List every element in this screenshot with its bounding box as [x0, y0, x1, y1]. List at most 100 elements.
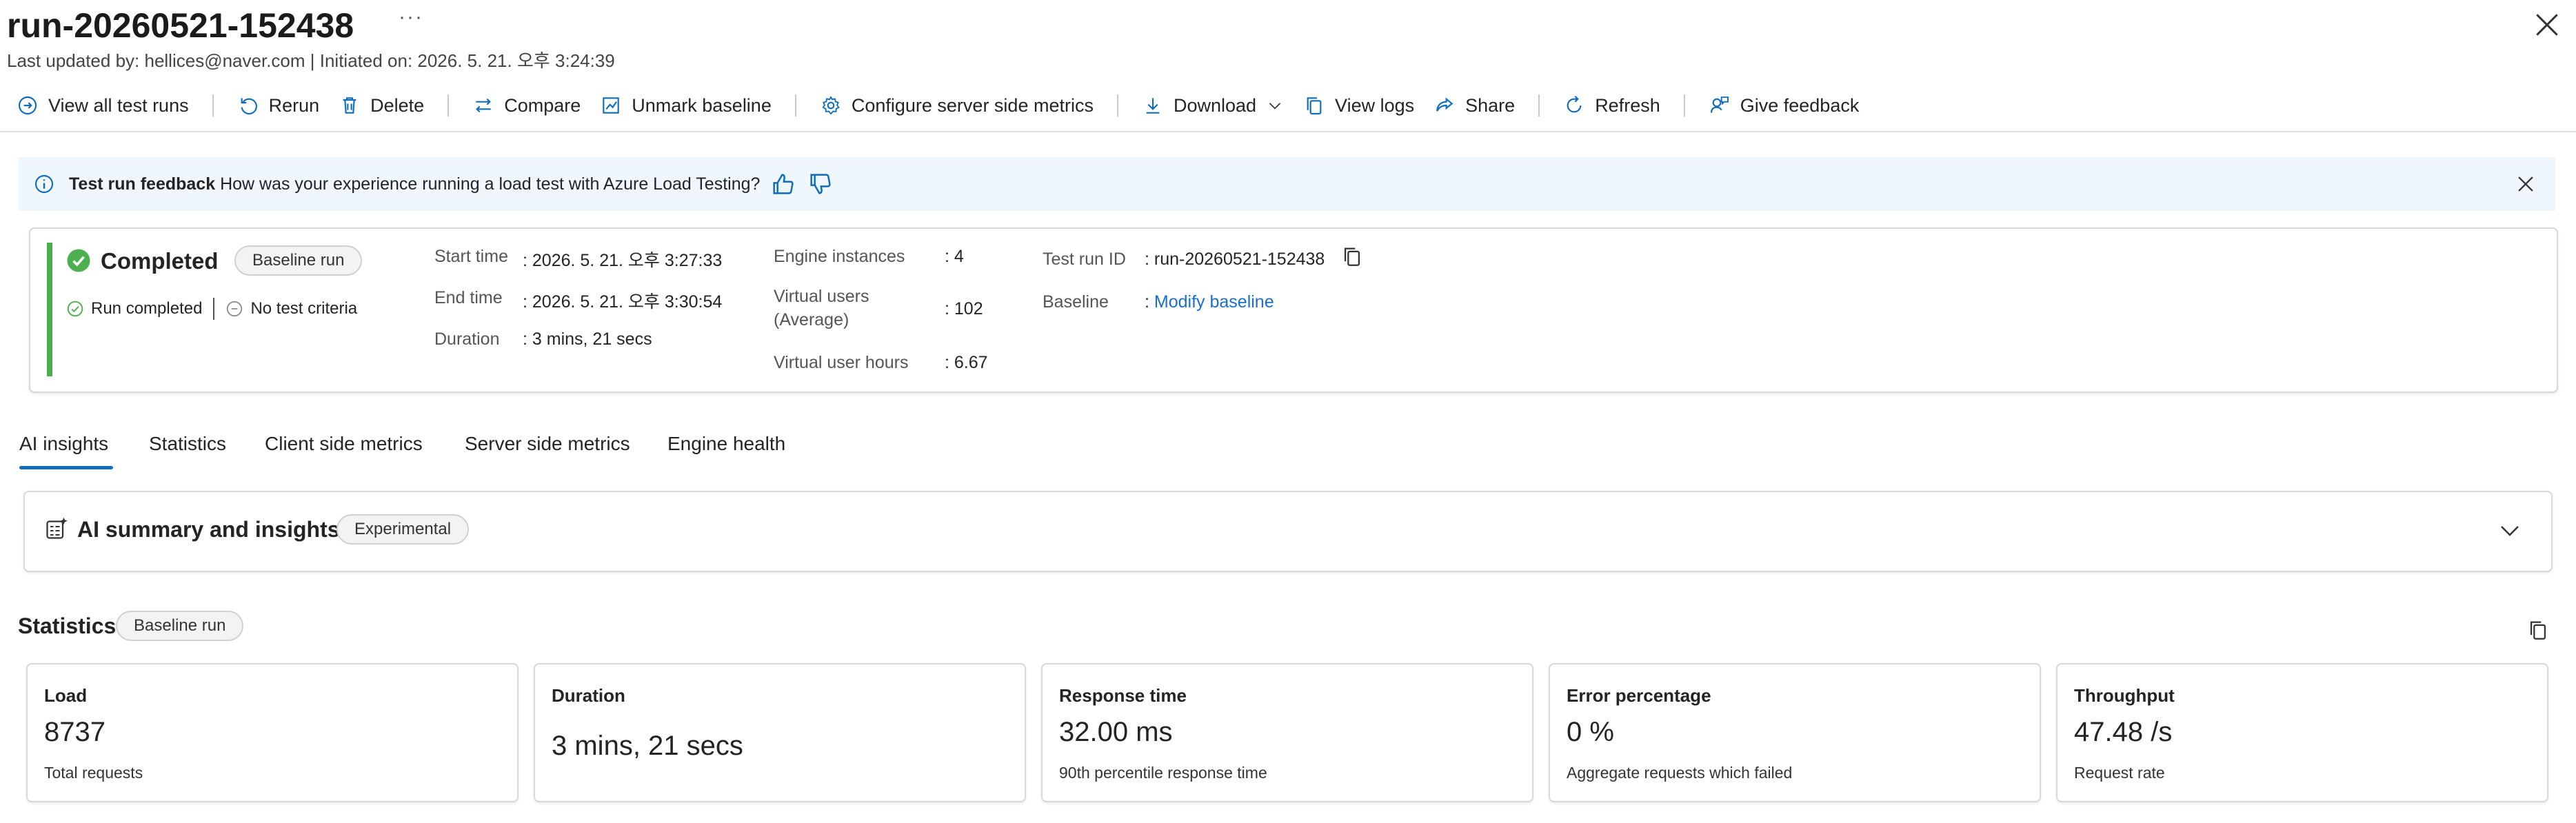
tab-engine-health[interactable]: Engine health: [667, 433, 785, 455]
give-feedback-label: Give feedback: [1740, 94, 1860, 116]
banner-close-icon[interactable]: [2514, 172, 2537, 196]
baseline-run-badge: Baseline run: [234, 245, 363, 276]
metric-card-duration: Duration 3 mins, 21 secs: [534, 663, 1026, 802]
metric-card-error-percentage: Error percentage 0 % Aggregate requests …: [1549, 663, 2041, 802]
metric-description: Aggregate requests which failed: [1567, 764, 1793, 782]
duration-label: Duration: [434, 329, 500, 349]
sub-status-row: Run completed No test criteria: [66, 298, 357, 320]
close-icon[interactable]: [2532, 10, 2562, 40]
thumbs-down-icon[interactable]: [807, 170, 834, 198]
metric-value: 0 %: [1567, 717, 1614, 747]
view-logs-button[interactable]: View logs: [1294, 88, 1424, 123]
download-button[interactable]: Download: [1132, 88, 1294, 123]
statistics-baseline-badge: Baseline run: [116, 611, 244, 641]
test-run-id-label: Test run ID: [1043, 250, 1126, 269]
toolbar-divider: [1116, 94, 1118, 116]
compare-button[interactable]: Compare: [463, 88, 590, 123]
tab-statistics[interactable]: Statistics: [149, 433, 226, 455]
give-feedback-button[interactable]: Give feedback: [1699, 88, 1869, 123]
view-logs-label: View logs: [1335, 94, 1415, 116]
feedback-title: Test run feedback: [69, 174, 216, 194]
page-subtitle: Last updated by: hellices@naver.com | In…: [7, 50, 615, 71]
metric-label: Load: [44, 685, 88, 706]
unmark-baseline-button[interactable]: Unmark baseline: [590, 88, 781, 123]
baseline-value: : Modify baseline: [1145, 292, 1274, 312]
share-label: Share: [1465, 94, 1516, 116]
info-icon: [34, 174, 54, 194]
virtual-users-label-average: (Average): [774, 310, 849, 329]
check-circle-outline-icon: [67, 301, 83, 317]
rerun-label: Rerun: [268, 94, 320, 116]
tab-server-side-metrics[interactable]: Server side metrics: [465, 433, 630, 455]
copy-icon[interactable]: [2526, 618, 2550, 642]
engine-instances-label: Engine instances: [774, 247, 905, 266]
toolbar-divider: [212, 94, 214, 116]
virtual-user-hours-value: : 6.67: [945, 353, 988, 372]
page-title: run-20260521-152438: [7, 6, 354, 45]
refresh-button[interactable]: Refresh: [1553, 88, 1670, 123]
ai-sparkle-document-icon: [46, 517, 68, 539]
metric-card-response-time: Response time 32.00 ms 90th percentile r…: [1041, 663, 1533, 802]
tab-ai-insights[interactable]: AI insights: [19, 433, 108, 455]
tab-client-side-metrics[interactable]: Client side metrics: [265, 433, 423, 455]
configure-metrics-button[interactable]: Configure server side metrics: [810, 88, 1103, 123]
download-label: Download: [1173, 94, 1257, 116]
metric-label: Response time: [1059, 685, 1187, 706]
toolbar-divider: [794, 94, 796, 116]
virtual-user-hours-label: Virtual user hours: [774, 353, 909, 372]
baseline-colon: :: [1145, 292, 1154, 312]
configure-metrics-label: Configure server side metrics: [851, 94, 1094, 116]
virtual-users-label: Virtual users: [774, 287, 869, 306]
feedback-question: How was your experience running a load t…: [220, 174, 761, 194]
metric-value: 47.48 /s: [2074, 717, 2173, 747]
baseline-label: Baseline: [1043, 292, 1109, 312]
chevron-down-icon[interactable]: [2496, 518, 2524, 543]
arrow-circle-right-icon: [18, 96, 37, 115]
metric-label: Throughput: [2074, 685, 2175, 706]
statistics-heading: Statistics: [18, 613, 117, 638]
metric-value: 32.00 ms: [1059, 717, 1173, 747]
metric-description: 90th percentile response time: [1059, 764, 1267, 782]
gear-icon: [822, 96, 840, 115]
feedback-text: Test run feedback How was your experienc…: [69, 174, 760, 194]
thumbs-up-icon[interactable]: [769, 170, 797, 198]
status-divider: [213, 298, 215, 320]
metric-value: 3 mins, 21 secs: [552, 731, 743, 761]
compare-label: Compare: [504, 94, 581, 116]
duration-value: : 3 mins, 21 secs: [523, 329, 652, 349]
virtual-users-value: : 102: [945, 299, 983, 318]
share-button[interactable]: Share: [1424, 88, 1525, 123]
toolbar-divider: [1683, 94, 1685, 116]
metric-label: Error percentage: [1567, 685, 1711, 706]
active-tab-indicator: [19, 466, 113, 469]
delete-button[interactable]: Delete: [329, 88, 434, 123]
copy-documents-icon: [1307, 97, 1322, 115]
rerun-icon: [241, 98, 257, 115]
test-run-id-value: : run-20260521-152438: [1145, 250, 1325, 269]
command-bar: View all test runs Rerun Delete Compare …: [0, 88, 1869, 123]
ai-summary-title: AI summary and insights: [77, 517, 340, 542]
metric-card-load: Load 8737 Total requests: [26, 663, 519, 802]
metric-description: Request rate: [2074, 764, 2165, 782]
toolbar-divider: [1538, 94, 1540, 116]
rerun-button[interactable]: Rerun: [228, 88, 330, 123]
test-criteria-text: No test criteria: [250, 299, 358, 318]
download-icon: [1146, 98, 1160, 114]
copy-icon[interactable]: [1340, 244, 1364, 269]
run-completed-text: Run completed: [91, 299, 203, 318]
toolbar-divider-line: [0, 131, 2576, 132]
view-all-runs-label: View all test runs: [48, 94, 189, 116]
metric-value: 8737: [44, 717, 105, 747]
engine-instances-value: : 4: [945, 247, 964, 266]
checkmark-circle-icon: [67, 249, 90, 272]
modify-baseline-link[interactable]: Modify baseline: [1154, 292, 1274, 312]
metric-card-throughput: Throughput 47.48 /s Request rate: [2056, 663, 2548, 802]
compare-arrows-icon: [476, 98, 492, 113]
more-options-button[interactable]: ···: [399, 6, 423, 29]
refresh-icon: [1567, 95, 1582, 113]
view-all-runs-button[interactable]: View all test runs: [0, 88, 199, 123]
run-status: Completed: [101, 248, 219, 274]
refresh-label: Refresh: [1595, 94, 1660, 116]
delete-label: Delete: [370, 94, 425, 116]
end-time-label: End time: [434, 288, 503, 307]
